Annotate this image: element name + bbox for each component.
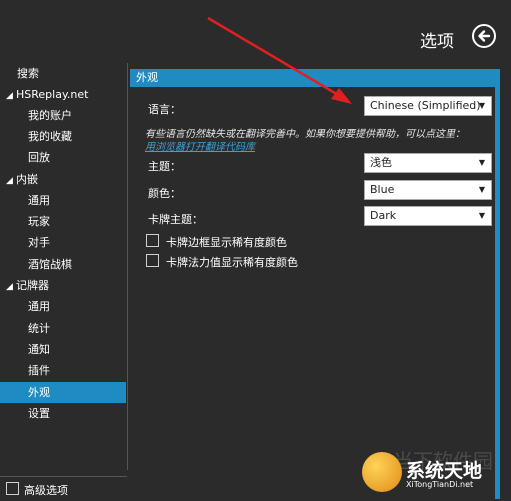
logo-title: 系统天地: [406, 460, 483, 482]
site-logo: 系统天地 XiTongTianDi.net: [362, 452, 506, 496]
logo-ball-icon: [362, 452, 402, 492]
red-arrow-annotation: [207, 16, 352, 104]
logo-subtitle: XiTongTianDi.net: [406, 480, 474, 489]
